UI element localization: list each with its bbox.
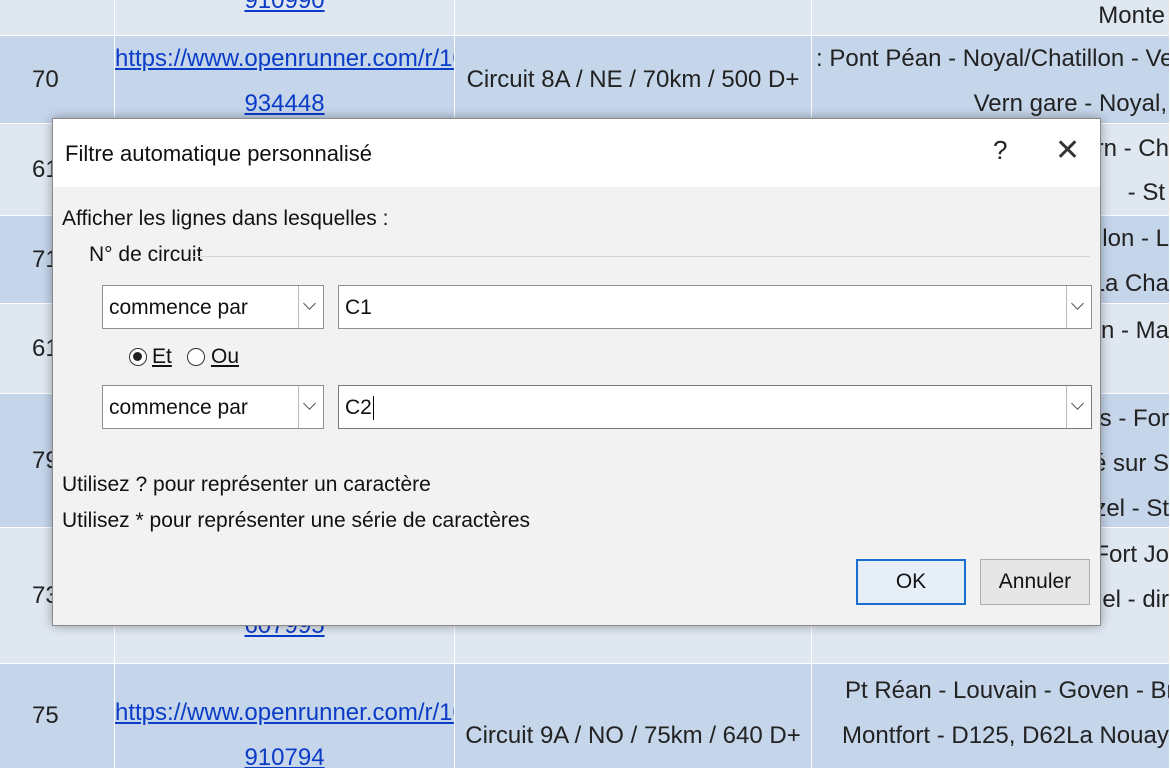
openrunner-link[interactable]: 910990 bbox=[115, 0, 454, 20]
cell-number[interactable]: 70 bbox=[0, 36, 115, 124]
row-number: 70 bbox=[32, 65, 59, 93]
cell-desc[interactable]: Circuit 8A / NE / 70km / 500 D+ bbox=[455, 36, 812, 124]
radio-or-label[interactable]: Ou bbox=[211, 345, 239, 369]
chevron-down-icon[interactable] bbox=[1066, 286, 1091, 328]
operator2-value: commence par bbox=[109, 396, 248, 419]
openrunner-link[interactable]: https://www.openrunner.com/r/10 bbox=[115, 694, 454, 732]
custom-autofilter-dialog: Filtre automatique personnalisé ? ✕ Affi… bbox=[52, 118, 1101, 626]
cell-route[interactable]: Monte bbox=[812, 0, 1170, 36]
value2-text: C2 bbox=[345, 396, 372, 419]
route-text: Pt Réan - Louvain - Goven - Bréal - L bbox=[845, 677, 1169, 704]
chevron-down-icon[interactable] bbox=[298, 386, 323, 428]
value1-combo[interactable]: C1 bbox=[338, 285, 1092, 329]
radio-and[interactable] bbox=[129, 348, 147, 366]
cell-route[interactable]: : Pont Péan - Noyal/Chatillon - Vern - C… bbox=[812, 36, 1170, 124]
value2-text-wrap: C2 bbox=[345, 396, 374, 421]
hint-multi-char: Utilisez * pour représenter une série de… bbox=[62, 509, 531, 532]
route-text: Monte bbox=[1098, 2, 1165, 29]
cell-url[interactable]: https://www.openrunner.com/r/10 910794 bbox=[115, 664, 455, 769]
route-text: Montfort - D125, D62La Nouaye - Béd bbox=[842, 722, 1169, 749]
table-row[interactable]: 70 https://www.openrunner.com/r/10 93444… bbox=[0, 36, 1170, 124]
cell-route[interactable]: Pt Réan - Louvain - Goven - Bréal - L Mo… bbox=[812, 664, 1170, 769]
group-separator bbox=[190, 256, 1090, 257]
cell-number[interactable] bbox=[0, 0, 115, 36]
cell-url[interactable]: 910990 bbox=[115, 0, 455, 36]
value1-text: C1 bbox=[345, 296, 372, 319]
circuit-description: Circuit 9A / NO / 75km / 640 D+ bbox=[465, 722, 801, 749]
hint-single-char: Utilisez ? pour représenter un caractère bbox=[62, 473, 431, 496]
cell-desc[interactable]: Circuit 9A / NO / 75km / 640 D+ bbox=[455, 664, 812, 769]
operator1-value: commence par bbox=[109, 296, 248, 319]
radio-or[interactable] bbox=[187, 348, 205, 366]
route-text: : Pont Péan - Noyal/Chatillon - Vern - C bbox=[816, 45, 1169, 72]
cell-url[interactable]: https://www.openrunner.com/r/10 934448 bbox=[115, 36, 455, 124]
openrunner-link[interactable]: 910794 bbox=[115, 739, 454, 768]
help-icon[interactable]: ? bbox=[993, 135, 1007, 166]
circuit-description: Circuit 8A / NE / 70km / 500 D+ bbox=[466, 65, 800, 93]
value2-combo[interactable]: C2 bbox=[338, 385, 1092, 429]
radio-and-label[interactable]: Et bbox=[152, 345, 172, 369]
cell-desc[interactable] bbox=[455, 0, 812, 36]
instruction-label: Afficher les lignes dans lesquelles : bbox=[62, 207, 389, 230]
text-caret bbox=[372, 396, 374, 421]
openrunner-link[interactable]: https://www.openrunner.com/r/10 bbox=[115, 40, 454, 78]
table-row[interactable]: 75 https://www.openrunner.com/r/10 91079… bbox=[0, 664, 1170, 769]
chevron-down-icon[interactable] bbox=[298, 286, 323, 328]
dialog-titlebar[interactable]: Filtre automatique personnalisé ? ✕ bbox=[53, 119, 1100, 187]
route-text: - St bbox=[1127, 179, 1165, 206]
operator1-select[interactable]: commence par bbox=[102, 285, 324, 329]
operator2-select[interactable]: commence par bbox=[102, 385, 324, 429]
table-row[interactable]: 910990 Monte bbox=[0, 0, 1170, 36]
field-name-label: N° de circuit bbox=[89, 243, 203, 266]
cancel-button[interactable]: Annuler bbox=[980, 559, 1090, 605]
ok-button[interactable]: OK bbox=[856, 559, 966, 605]
cell-number[interactable]: 75 bbox=[0, 664, 115, 769]
dialog-title: Filtre automatique personnalisé bbox=[65, 141, 372, 166]
chevron-down-icon[interactable] bbox=[1066, 386, 1091, 428]
close-icon[interactable]: ✕ bbox=[1055, 133, 1080, 168]
row-number: 75 bbox=[32, 702, 59, 729]
